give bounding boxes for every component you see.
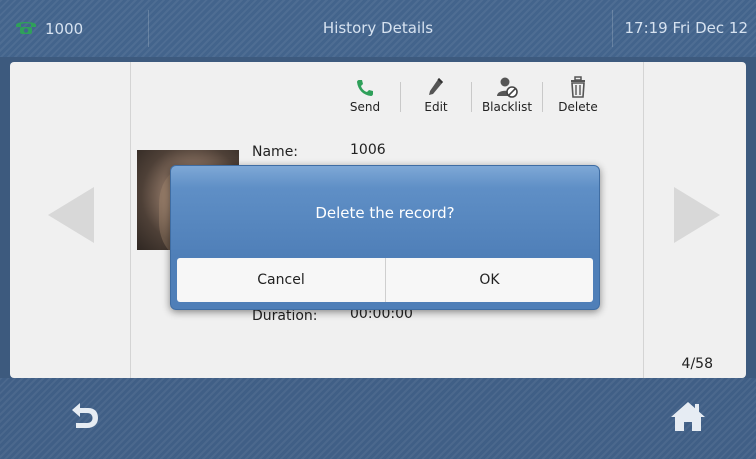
delete-confirm-dialog: Delete the record? Cancel OK — [170, 165, 600, 310]
dialog-overlay: Delete the record? Cancel OK — [0, 0, 756, 459]
cancel-button[interactable]: Cancel — [177, 258, 386, 302]
dialog-message: Delete the record? — [315, 204, 455, 222]
ok-button[interactable]: OK — [386, 258, 593, 302]
dialog-button-row: Cancel OK — [177, 258, 593, 302]
